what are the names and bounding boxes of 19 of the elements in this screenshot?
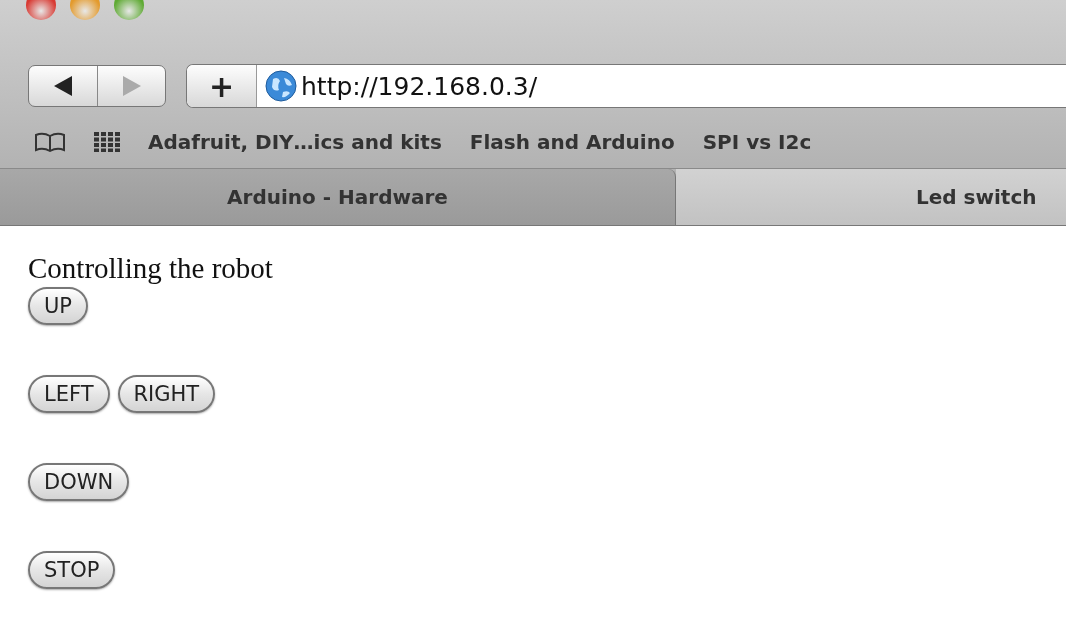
add-bookmark-button[interactable]: + — [187, 65, 257, 107]
back-icon — [54, 76, 72, 96]
control-button[interactable]: RIGHT — [117, 375, 216, 413]
bookmark-link[interactable]: Flash and Arduino — [469, 130, 675, 154]
page-heading: Controlling the robot — [28, 252, 274, 285]
book-icon[interactable] — [34, 132, 66, 152]
browser-tab[interactable]: Led switch — [676, 169, 1066, 225]
grid-icon[interactable] — [94, 132, 120, 152]
control-button[interactable]: STOP — [28, 551, 116, 589]
control-button[interactable]: UP — [28, 287, 89, 325]
browser-tab[interactable]: Arduino - Hardware — [0, 169, 676, 225]
bookmark-link[interactable]: SPI vs I2c — [702, 130, 812, 154]
bookmark-link[interactable]: Adafruit, DIY…ics and kits — [148, 130, 442, 154]
control-button[interactable]: LEFT — [28, 375, 110, 413]
address-field[interactable]: + http://192.168.0.3/ — [186, 64, 1066, 108]
control-button[interactable]: DOWN — [28, 463, 130, 501]
globe-icon — [265, 70, 297, 102]
forward-icon — [122, 76, 141, 96]
url-text[interactable]: http://192.168.0.3/ — [301, 65, 1066, 107]
